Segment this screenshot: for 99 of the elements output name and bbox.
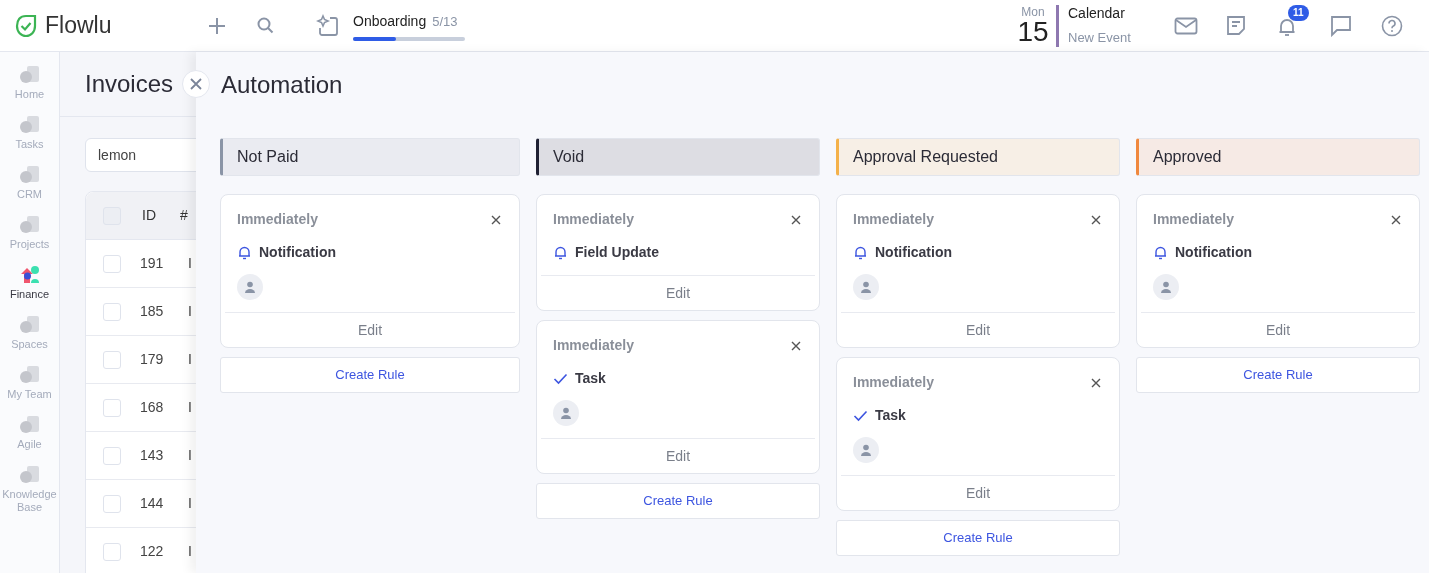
table-cell-text: 185 xyxy=(140,302,165,321)
bell-icon[interactable] xyxy=(1278,16,1296,37)
table-cell-text: 168 xyxy=(140,398,165,417)
plus-icon[interactable] xyxy=(208,16,226,35)
module-icon xyxy=(18,314,41,336)
edit-button[interactable]: Edit xyxy=(841,476,1115,510)
rule-action: Notification xyxy=(875,243,952,262)
sidebar-item[interactable]: CRM xyxy=(0,164,60,201)
sidebar-item[interactable]: Spaces xyxy=(0,314,60,351)
rule-action: Notification xyxy=(259,243,336,262)
help-icon[interactable] xyxy=(1381,14,1403,37)
checkbox[interactable] xyxy=(103,542,121,561)
bell-icon xyxy=(237,245,252,260)
new-event-link[interactable]: New Event xyxy=(1068,28,1158,48)
close-icon[interactable] xyxy=(491,214,501,225)
mail-icon[interactable] xyxy=(1174,15,1198,36)
table-cell-text: 143 xyxy=(140,446,165,465)
edit-button[interactable]: Edit xyxy=(541,439,815,473)
rule-action: Notification xyxy=(1175,243,1252,262)
module-icon xyxy=(18,414,41,436)
table-cell-text: 179 xyxy=(140,350,165,369)
column-header: Not Paid xyxy=(220,138,520,176)
sparkle-icon[interactable] xyxy=(316,13,340,38)
rule-timing: Immediately xyxy=(553,210,634,229)
onboarding-label[interactable]: Onboarding xyxy=(353,10,427,32)
rule-action: Task xyxy=(875,406,906,425)
close-icon[interactable] xyxy=(1391,214,1401,225)
sidebar-item[interactable]: Agile xyxy=(0,414,60,451)
calendar-weekday: Mon xyxy=(1021,5,1045,18)
notification-badge: 11 xyxy=(1288,4,1309,21)
panel-title: Automation xyxy=(221,69,343,100)
checkbox[interactable] xyxy=(103,398,121,417)
table-cell-text: I xyxy=(188,302,192,321)
sidebar-item[interactable]: Knowledge Base xyxy=(0,464,60,514)
bell-icon xyxy=(553,245,568,260)
bell-icon xyxy=(853,245,868,260)
table-cell-text: I xyxy=(188,542,192,561)
column-header: Approval Requested xyxy=(836,138,1120,176)
table-cell-text: 122 xyxy=(140,542,165,561)
chat-icon[interactable] xyxy=(1330,14,1352,37)
rule-timing: Immediately xyxy=(237,210,318,229)
checkbox[interactable] xyxy=(103,350,121,369)
module-icon xyxy=(18,164,41,186)
table-cell-text: I xyxy=(188,398,192,417)
sidebar-item[interactable]: My Team xyxy=(0,364,60,401)
column-header: Void xyxy=(536,138,820,176)
edit-button[interactable]: Edit xyxy=(1141,313,1415,347)
rule-timing: Immediately xyxy=(1153,210,1234,229)
table-cell-text: I xyxy=(188,494,192,513)
checkbox[interactable] xyxy=(103,446,121,465)
column-header[interactable]: ID xyxy=(142,205,156,226)
close-icon[interactable] xyxy=(1091,214,1101,225)
module-icon xyxy=(18,64,41,86)
table-cell-text: I xyxy=(188,350,192,369)
table-cell-text: I xyxy=(188,446,192,465)
rule-action: Task xyxy=(575,369,606,388)
search-field[interactable]: lemon xyxy=(85,138,196,172)
create-rule-button[interactable]: Create Rule xyxy=(220,357,520,393)
close-icon[interactable] xyxy=(1091,377,1101,388)
column-header[interactable]: # xyxy=(180,205,188,226)
module-icon xyxy=(18,464,41,486)
table-cell-text: 144 xyxy=(140,494,165,513)
create-rule-button[interactable]: Create Rule xyxy=(1136,357,1420,393)
table-cell-text: I xyxy=(188,254,192,273)
close-icon xyxy=(190,78,202,90)
rule-timing: Immediately xyxy=(853,373,934,392)
module-icon xyxy=(18,214,41,236)
app-name[interactable]: Flowlu xyxy=(45,8,112,43)
calendar-day: 15 xyxy=(1017,17,1049,46)
search-icon[interactable] xyxy=(257,17,274,34)
close-icon[interactable] xyxy=(791,340,801,351)
module-icon xyxy=(18,114,41,136)
logo-icon xyxy=(15,13,37,38)
rule-timing: Immediately xyxy=(853,210,934,229)
check-icon xyxy=(553,371,568,386)
close-icon[interactable] xyxy=(791,214,801,225)
sidebar-item[interactable]: Tasks xyxy=(0,114,60,151)
rule-timing: Immediately xyxy=(553,336,634,355)
check-icon xyxy=(853,408,868,423)
edit-button[interactable]: Edit xyxy=(841,313,1115,347)
bell-icon xyxy=(1153,245,1168,260)
rule-action: Field Update xyxy=(575,243,659,262)
sidebar-item[interactable]: Home xyxy=(0,64,60,101)
sidebar-item[interactable]: Projects xyxy=(0,214,60,251)
note-icon[interactable] xyxy=(1225,14,1247,37)
page-title: Invoices xyxy=(85,69,174,99)
edit-button[interactable]: Edit xyxy=(225,313,515,347)
column-header: Approved xyxy=(1136,138,1420,176)
calendar-title[interactable]: Calendar xyxy=(1068,3,1158,25)
checkbox[interactable] xyxy=(103,302,121,321)
create-rule-button[interactable]: Create Rule xyxy=(836,520,1120,556)
module-icon xyxy=(18,364,41,386)
create-rule-button[interactable]: Create Rule xyxy=(536,483,820,519)
checkbox[interactable] xyxy=(103,254,121,273)
checkbox[interactable] xyxy=(103,494,121,513)
onboarding-count: 5/13 xyxy=(432,12,458,31)
edit-button[interactable]: Edit xyxy=(541,276,815,310)
sidebar-item[interactable]: Finance xyxy=(0,264,60,301)
table-cell-text: 191 xyxy=(140,254,165,273)
